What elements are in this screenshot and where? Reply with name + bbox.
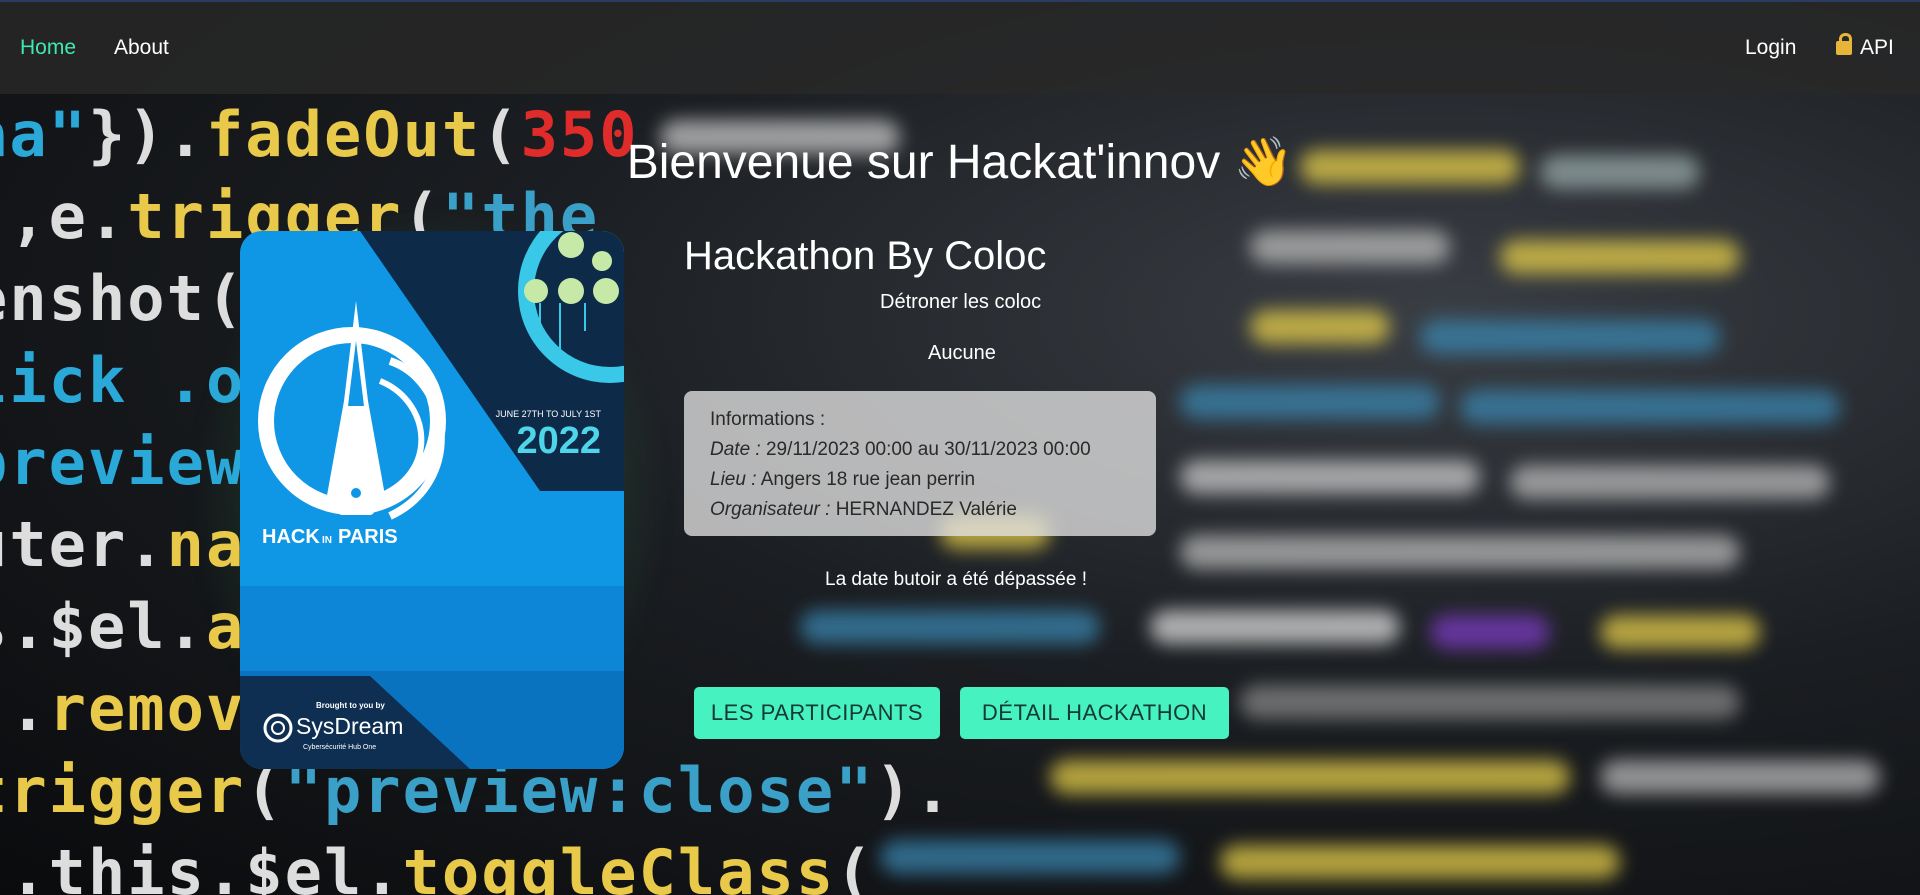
waving-hand-icon: 👋 bbox=[1233, 136, 1294, 189]
background-blur bbox=[1220, 845, 1620, 879]
background-code: uter.na bbox=[0, 508, 246, 581]
background-blur bbox=[1180, 385, 1440, 419]
poster-sponsor-name: SysDream bbox=[296, 713, 403, 739]
info-date-label: Date : bbox=[710, 439, 761, 460]
background-blur bbox=[1240, 685, 1740, 719]
page-title-text: Bienvenue sur Hackat'innov bbox=[626, 136, 1221, 189]
info-place-value: Angers 18 rue jean perrin bbox=[760, 469, 976, 490]
nav-home-link[interactable]: Home bbox=[20, 36, 76, 60]
background-code: ).remov bbox=[0, 672, 246, 745]
poster-brand-hack: HACK bbox=[262, 526, 320, 548]
background-blur bbox=[1180, 535, 1740, 569]
background-blur bbox=[1180, 460, 1480, 494]
background-code: s.$el.a bbox=[0, 590, 246, 663]
deadline-message: La date butoir a été dépassée ! bbox=[825, 569, 1087, 590]
poster-artwork: JUNE 27TH TO JULY 1ST 2022 HACK IN PARIS… bbox=[240, 231, 624, 769]
info-place: Lieu : Angers 18 rue jean perrin bbox=[710, 465, 1130, 495]
hackathon-theme: Aucune bbox=[928, 342, 996, 364]
hackathon-title: Hackathon By Coloc bbox=[684, 234, 1047, 278]
background-blur bbox=[1050, 760, 1570, 794]
background-blur bbox=[1460, 390, 1840, 424]
background-blur bbox=[1150, 610, 1400, 644]
info-heading: Informations : bbox=[710, 409, 826, 430]
participants-button[interactable]: LES PARTICIPANTS bbox=[694, 687, 940, 739]
poster-dates: JUNE 27TH TO JULY 1ST bbox=[496, 409, 602, 419]
background-blur bbox=[800, 610, 1100, 644]
lock-icon bbox=[1836, 33, 1852, 55]
background-blur bbox=[1250, 230, 1450, 264]
info-date-value: 29/11/2023 00:00 au 30/11/2023 00:00 bbox=[765, 439, 1091, 460]
info-organizer: Organisateur : HERNANDEZ Valérie bbox=[710, 495, 1130, 525]
poster-year: 2022 bbox=[516, 420, 601, 462]
nav-api-link[interactable]: API bbox=[1836, 33, 1894, 60]
hackathon-detail-button[interactable]: DÉTAIL HACKATHON bbox=[960, 687, 1229, 739]
poster-brand-paris: PARIS bbox=[338, 526, 398, 548]
background-code: enshot( bbox=[0, 262, 246, 335]
background-blur bbox=[880, 840, 1180, 874]
hackathon-poster: JUNE 27TH TO JULY 1ST 2022 HACK IN PARIS… bbox=[240, 231, 624, 769]
nav-login-link[interactable]: Login bbox=[1745, 36, 1796, 60]
poster-sponsor-tag: Brought to you by bbox=[316, 701, 385, 710]
nav-api-label: API bbox=[1860, 36, 1894, 59]
background-code: lick .o bbox=[0, 344, 246, 417]
poster-brand-in: IN bbox=[322, 535, 332, 546]
info-organizer-value: HERNANDEZ Valérie bbox=[835, 499, 1017, 520]
hackathon-subtitle: Détroner les coloc bbox=[880, 291, 1042, 313]
background-blur bbox=[1600, 760, 1880, 794]
page-title: Bienvenue sur Hackat'innov 👋 bbox=[0, 133, 1920, 190]
background-blur bbox=[1500, 240, 1740, 274]
background-blur bbox=[1600, 615, 1760, 649]
background-code: preview bbox=[0, 426, 246, 499]
background-blur bbox=[1430, 615, 1550, 649]
top-navbar: Home About Login API bbox=[0, 0, 1920, 94]
background-code: ).this.$el.toggleClass( bbox=[0, 836, 875, 895]
info-date: Date : 29/11/2023 00:00 au 30/11/2023 00… bbox=[710, 435, 1130, 465]
background-blur bbox=[1510, 465, 1830, 499]
poster-sponsor-sub: Cybersécurité Hub One bbox=[303, 744, 376, 751]
info-organizer-label: Organisateur : bbox=[710, 499, 831, 520]
nav-about-link[interactable]: About bbox=[114, 36, 169, 60]
info-box: Informations : Date : 29/11/2023 00:00 a… bbox=[684, 391, 1156, 536]
background-blur bbox=[1420, 320, 1720, 354]
info-place-label: Lieu : bbox=[710, 469, 757, 490]
background-blur bbox=[1250, 310, 1390, 344]
